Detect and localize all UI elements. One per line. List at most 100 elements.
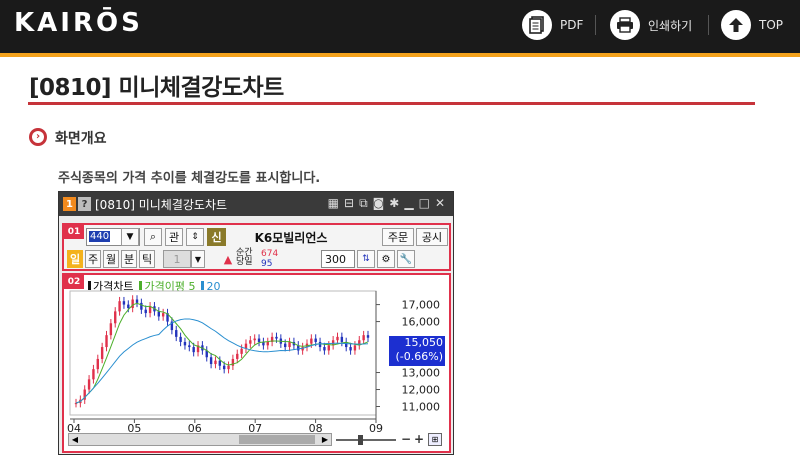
link-icon[interactable]: ⊟ — [344, 196, 354, 211]
daily-strength-label: 당일 — [236, 257, 253, 267]
period-tick-tab[interactable]: 틱 — [139, 250, 155, 268]
candle-body — [283, 343, 287, 348]
candle-body — [192, 347, 195, 353]
candle-body — [179, 336, 182, 342]
candle-body — [236, 353, 239, 359]
control-panel: 01 440 ▼ ⌕ 관 ⇕ 신 K6모빌리언스 주문 공시 일 주 월 분 틱… — [62, 223, 451, 271]
divider — [595, 15, 596, 35]
candle-body — [96, 358, 99, 370]
help-icon[interactable]: ? — [78, 197, 91, 211]
candle-body — [218, 360, 222, 366]
description-text: 주식종목의 가격 추이를 체결강도를 표시합니다. — [58, 171, 321, 186]
period-week-tab[interactable]: 주 — [85, 250, 101, 268]
zoom-slider[interactable] — [336, 435, 396, 445]
search-icon[interactable]: ⌕ — [144, 228, 162, 246]
y-tick-label: 12,000 — [402, 384, 441, 397]
mini-chart-window: 1 ? [0810] 미니체결강도차트 ▦ ⊟ ⧉ ◙ ✱ ▁ □ ✕ 01 4… — [58, 191, 454, 455]
top-button[interactable]: TOP — [721, 8, 783, 42]
candle-body — [253, 338, 256, 341]
candle-body — [188, 345, 191, 348]
candle-body — [87, 379, 91, 390]
candle-body — [175, 330, 178, 337]
strength-values: 674 95 — [261, 249, 278, 269]
x-tick-label: 09 — [369, 422, 383, 435]
candle-body — [275, 336, 278, 339]
window-controls: ▦ ⊟ ⧉ ◙ ✱ ▁ □ ✕ — [328, 196, 445, 211]
y-tick-label: 16,000 — [402, 316, 441, 329]
maximize-icon[interactable]: □ — [419, 196, 430, 211]
period-day-tab[interactable]: 일 — [67, 250, 83, 268]
current-price-box: 15,050 (-0.66%) — [389, 336, 445, 366]
period-minute-tab[interactable]: 분 — [121, 250, 137, 268]
y-tick-label: 11,000 — [402, 401, 441, 414]
stock-name: K6모빌리언스 — [254, 230, 328, 245]
page-title: [0810] 미니체결강도차트 — [29, 75, 284, 101]
count-input[interactable]: 300 — [321, 250, 355, 268]
candle-body — [362, 335, 365, 341]
candle-body — [266, 341, 269, 346]
candle-body — [122, 301, 126, 305]
candle-body — [131, 299, 134, 308]
minimize-icon[interactable]: ▁ — [404, 196, 413, 211]
candle-body — [214, 360, 217, 365]
candle-body — [127, 304, 130, 308]
period-select[interactable]: 1 — [163, 250, 191, 268]
candle-body — [114, 311, 117, 324]
window-titlebar: 1 ? [0810] 미니체결강도차트 ▦ ⊟ ⧉ ◙ ✱ ▁ □ ✕ — [59, 192, 453, 216]
scroll-thumb[interactable] — [239, 435, 315, 444]
scroll-right-icon[interactable]: ▶ — [319, 434, 331, 445]
candle-body — [161, 313, 165, 317]
candle-body — [323, 347, 326, 351]
window-title: [0810] 미니체결강도차트 — [95, 198, 228, 212]
settings-icon[interactable]: ⚙ — [377, 250, 395, 268]
top-bar: KAIRŌS PDF 인쇄하기 TOP — [0, 0, 800, 53]
zoom-out-icon[interactable]: − — [401, 432, 411, 446]
grid-icon[interactable]: ▦ — [328, 196, 339, 211]
chart-panel: 02 가격차트 가격이평 5 20 17,000 16,000 13,000 12,0… — [62, 273, 451, 453]
pdf-button[interactable]: PDF — [522, 8, 583, 42]
close-icon[interactable]: ✕ — [435, 196, 445, 211]
zoom-in-icon[interactable]: + — [414, 432, 424, 446]
strength-labels: 순간 당일 — [236, 249, 253, 267]
period-month-tab[interactable]: 월 — [103, 250, 119, 268]
candle-body — [144, 309, 147, 314]
updown-icon[interactable]: ⇕ — [186, 228, 204, 246]
printer-icon — [610, 10, 640, 40]
panel-badge-01: 01 — [64, 225, 84, 239]
print-button[interactable]: 인쇄하기 — [610, 8, 692, 42]
y-tick-label: 17,000 — [402, 299, 441, 312]
candle-body — [109, 323, 113, 336]
chevron-down-icon[interactable]: ▼ — [191, 250, 205, 268]
camera-icon[interactable]: ◙ — [373, 196, 385, 211]
y-tick-label: 13,000 — [402, 367, 441, 380]
candle-body — [249, 340, 252, 344]
wrench-icon[interactable]: 🔧 — [397, 250, 415, 268]
candle-body — [349, 347, 352, 351]
candle-body — [105, 335, 108, 348]
candle-body — [353, 345, 357, 351]
candle-body — [118, 301, 121, 312]
gear-icon[interactable]: ✱ — [389, 196, 399, 211]
pdf-icon — [522, 10, 552, 40]
chevron-down-icon[interactable]: ▼ — [121, 228, 139, 246]
order-button[interactable]: 주문 — [382, 228, 414, 246]
chart-scrollbar[interactable]: ◀ ▶ — [68, 433, 332, 446]
notice-button[interactable]: 공시 — [416, 228, 448, 246]
current-price: 15,050 — [404, 336, 444, 349]
title-divider — [28, 102, 755, 105]
section-heading: 화면개요 — [55, 131, 107, 147]
scroll-left-icon[interactable]: ◀ — [69, 434, 81, 445]
kairos-logo: KAIRŌS — [14, 8, 143, 38]
arrow-circle-icon: › — [29, 128, 47, 146]
divider — [708, 15, 709, 35]
triangle-up-icon: ▲ — [223, 252, 233, 266]
copy-icon[interactable]: ⧉ — [359, 196, 368, 211]
gwan-button[interactable]: 관 — [165, 228, 183, 246]
print-label: 인쇄하기 — [648, 18, 693, 33]
chart-type-icon[interactable]: ⇅ — [357, 250, 375, 268]
chart-expand-icon[interactable]: ⊞ — [428, 433, 442, 446]
candle-body — [257, 338, 261, 342]
sin-badge[interactable]: 신 — [207, 228, 226, 246]
candle-body — [336, 336, 339, 341]
candle-body — [92, 369, 95, 380]
